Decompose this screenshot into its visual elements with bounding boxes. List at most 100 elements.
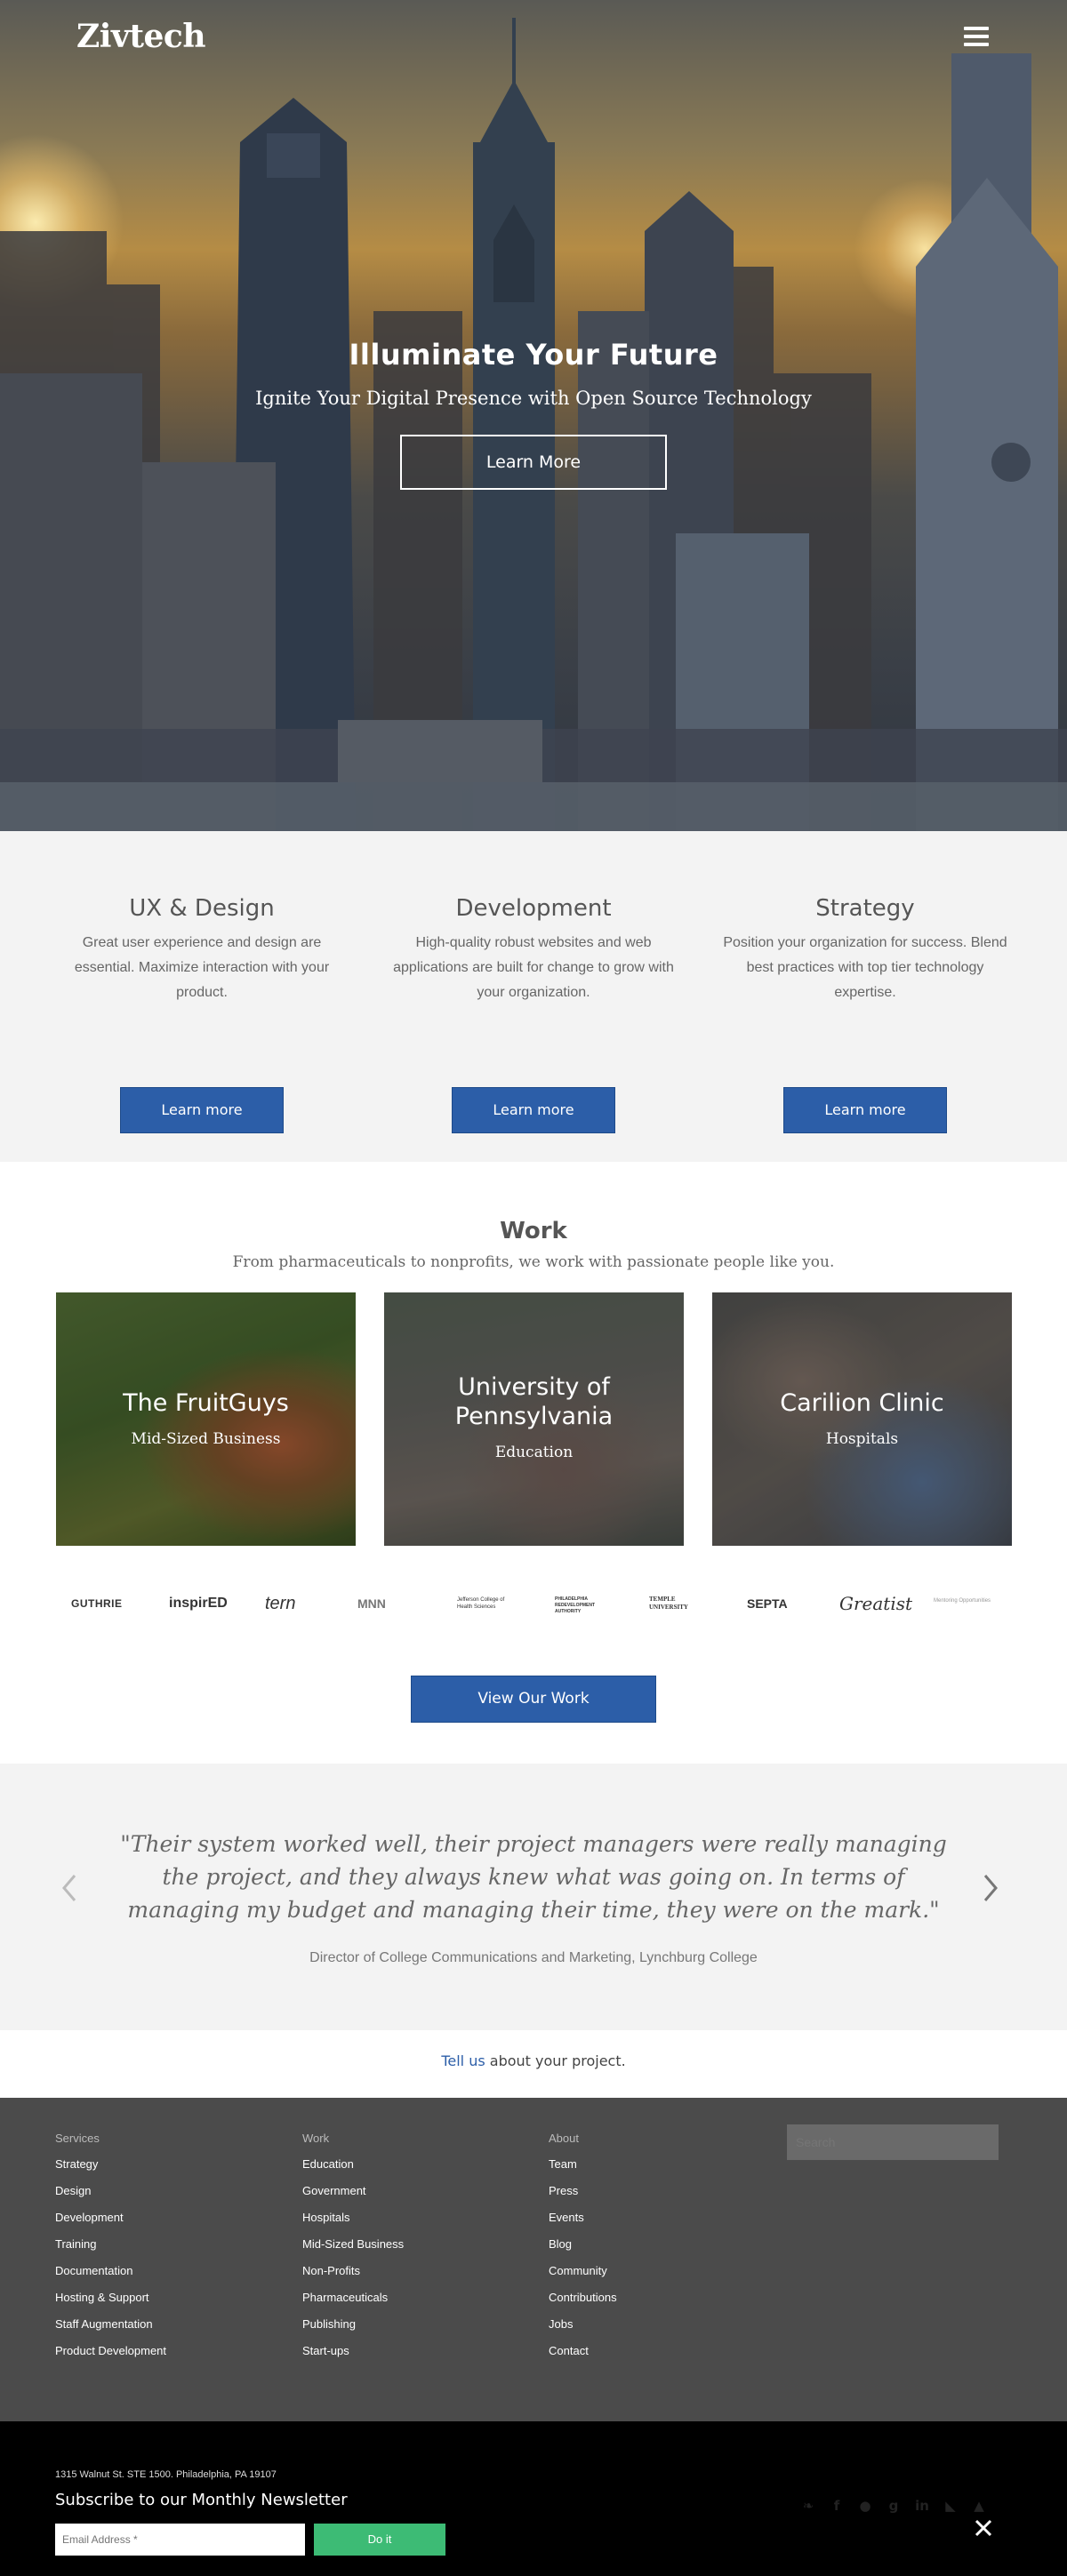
- github-icon[interactable]: ●: [857, 2498, 873, 2514]
- newsletter-title: Subscribe to our Monthly Newsletter: [55, 2491, 348, 2509]
- footer-link[interactable]: Contact: [549, 2344, 762, 2357]
- footer-column-about: About Team Press Events Blog Community C…: [549, 2132, 762, 2371]
- footer-search-input[interactable]: [787, 2124, 999, 2160]
- card-name: University of Pennsylvania: [454, 1373, 614, 1430]
- chevron-left-icon[interactable]: [57, 1870, 82, 1906]
- service-ux-design: UX & Design Great user experience and de…: [55, 895, 349, 1133]
- google-plus-icon[interactable]: g: [886, 2498, 902, 2514]
- view-our-work-button[interactable]: View Our Work: [411, 1676, 656, 1723]
- footer-link[interactable]: Non-Profits: [302, 2264, 516, 2277]
- footer-link[interactable]: Team: [549, 2157, 762, 2171]
- footer-link[interactable]: Community: [549, 2264, 762, 2277]
- footer-link[interactable]: Documentation: [55, 2264, 269, 2277]
- footer-link[interactable]: Training: [55, 2237, 269, 2251]
- footer-link[interactable]: Hosting & Support: [55, 2291, 269, 2304]
- footer-link[interactable]: Contributions: [549, 2291, 762, 2304]
- service-text: High-quality robust websites and web app…: [393, 935, 674, 1000]
- strategy-learn-more-button[interactable]: Learn more: [783, 1087, 947, 1133]
- card-category: Hospitals: [825, 1430, 899, 1448]
- footer-link[interactable]: Jobs: [549, 2317, 762, 2331]
- card-caption: University of Pennsylvania Education: [384, 1372, 684, 1461]
- address: 1315 Walnut St. STE 1500. Philadelphia, …: [55, 2469, 277, 2480]
- testimonial-quote: "Their system worked well, their project…: [120, 1831, 947, 1923]
- rss-icon[interactable]: ◣: [943, 2498, 959, 2514]
- footer-link[interactable]: Publishing: [302, 2317, 516, 2331]
- footer-link[interactable]: Pharmaceuticals: [302, 2291, 516, 2304]
- close-icon[interactable]: [971, 2516, 996, 2540]
- footer: Services Strategy Design Development Tra…: [0, 2098, 1067, 2421]
- tell-us-text: about your project.: [485, 2052, 626, 2069]
- service-title: Strategy: [815, 895, 915, 922]
- drupal-icon[interactable]: ▲: [971, 2498, 987, 2514]
- service-text: Position your organization for success. …: [723, 935, 1007, 1000]
- card-caption: The FruitGuys Mid-Sized Business: [56, 1388, 356, 1448]
- footer-link[interactable]: Design: [55, 2184, 269, 2197]
- footer-link[interactable]: Start-ups: [302, 2344, 516, 2357]
- development-learn-more-button[interactable]: Learn more: [452, 1087, 615, 1133]
- footer-heading[interactable]: About: [549, 2132, 762, 2145]
- footer-link[interactable]: Government: [302, 2184, 516, 2197]
- facebook-icon[interactable]: f: [829, 2498, 845, 2514]
- client-logo-jefferson: Jefferson College of Health Sciences: [457, 1597, 505, 1610]
- hero-subtitle: Ignite Your Digital Presence with Open S…: [255, 388, 812, 409]
- footer-link[interactable]: Product Development: [55, 2344, 269, 2357]
- tell-us-link[interactable]: Tell us: [441, 2052, 485, 2069]
- client-logo-temple: TEMPLE UNIVERSITY: [649, 1596, 688, 1611]
- work-card-fruitguys[interactable]: The FruitGuys Mid-Sized Business: [56, 1292, 356, 1546]
- linkedin-icon[interactable]: in: [914, 2498, 930, 2514]
- footer-heading[interactable]: Services: [55, 2132, 269, 2145]
- newsletter-bar: 1315 Walnut St. STE 1500. Philadelphia, …: [0, 2421, 1067, 2576]
- card-category: Education: [494, 1444, 574, 1461]
- footer-link[interactable]: Development: [55, 2211, 269, 2224]
- client-logo-mentoring: Mentoring Opportunities: [934, 1598, 991, 1604]
- service-title: UX & Design: [129, 895, 275, 922]
- footer-link[interactable]: Events: [549, 2211, 762, 2224]
- footer-link[interactable]: Staff Augmentation: [55, 2317, 269, 2331]
- footer-heading[interactable]: Work: [302, 2132, 516, 2145]
- card-name: Carilion Clinic: [780, 1389, 944, 1417]
- client-logo-tern: tern: [265, 1594, 296, 1613]
- client-logo-greatist: Greatist: [839, 1593, 913, 1614]
- work-title: Work: [500, 1218, 567, 1244]
- hero-learn-more-button[interactable]: Learn More: [400, 435, 667, 490]
- work-card-carilion[interactable]: Carilion Clinic Hospitals: [712, 1292, 1012, 1546]
- city-skyline: [0, 18, 1067, 831]
- card-name: The FruitGuys: [123, 1389, 289, 1417]
- card-caption: Carilion Clinic Hospitals: [712, 1388, 1012, 1448]
- client-logo-mnn: MNN: [357, 1596, 386, 1611]
- site-logo[interactable]: Zivtech: [76, 18, 206, 55]
- services-section: UX & Design Great user experience and de…: [0, 831, 1067, 1162]
- footer-link[interactable]: Press: [549, 2184, 762, 2197]
- work-card-upenn[interactable]: University of Pennsylvania Education: [384, 1292, 684, 1546]
- card-category: Mid-Sized Business: [131, 1430, 281, 1448]
- footer-link[interactable]: Strategy: [55, 2157, 269, 2171]
- client-logos: GUTHRIE inspirED tern MNN Jefferson Coll…: [62, 1584, 1005, 1623]
- subscribe-button[interactable]: Do it: [314, 2524, 445, 2556]
- footer-link[interactable]: Hospitals: [302, 2211, 516, 2224]
- twitter-icon[interactable]: ❧: [800, 2498, 816, 2514]
- tell-us-line: Tell us about your project.: [0, 2052, 1067, 2069]
- work-subtitle: From pharmaceuticals to nonprofits, we w…: [232, 1253, 835, 1271]
- hamburger-menu-icon[interactable]: [964, 27, 989, 46]
- social-links: ❧ f ● g in ◣ ▲: [800, 2498, 987, 2516]
- hero-title: Illuminate Your Future: [349, 338, 718, 372]
- chevron-right-icon[interactable]: [978, 1870, 1003, 1906]
- hero: Zivtech Illuminate Your Future Ignite Yo…: [0, 0, 1067, 831]
- footer-link[interactable]: Education: [302, 2157, 516, 2171]
- email-field[interactable]: [55, 2524, 305, 2556]
- footer-link[interactable]: Blog: [549, 2237, 762, 2251]
- client-logo-inspired: inspirED: [169, 1596, 228, 1611]
- ux-learn-more-button[interactable]: Learn more: [120, 1087, 284, 1133]
- client-logo-guthrie: GUTHRIE: [71, 1597, 123, 1610]
- client-logo-septa: SEPTA: [747, 1596, 788, 1611]
- footer-column-work: Work Education Government Hospitals Mid-…: [302, 2132, 516, 2371]
- testimonial-attribution: Director of College Communications and M…: [309, 1950, 758, 1965]
- service-text: Great user experience and design are ess…: [74, 935, 330, 1000]
- service-development: Development High-quality robust websites…: [387, 895, 680, 1133]
- footer-column-services: Services Strategy Design Development Tra…: [55, 2132, 269, 2371]
- testimonial-section: "Their system worked well, their project…: [0, 1764, 1067, 2030]
- service-strategy: Strategy Position your organization for …: [718, 895, 1012, 1133]
- service-title: Development: [455, 895, 612, 922]
- client-logo-pra: PHILADELPHIA REDEVELOPMENT AUTHORITY: [555, 1596, 596, 1614]
- footer-link[interactable]: Mid-Sized Business: [302, 2237, 516, 2251]
